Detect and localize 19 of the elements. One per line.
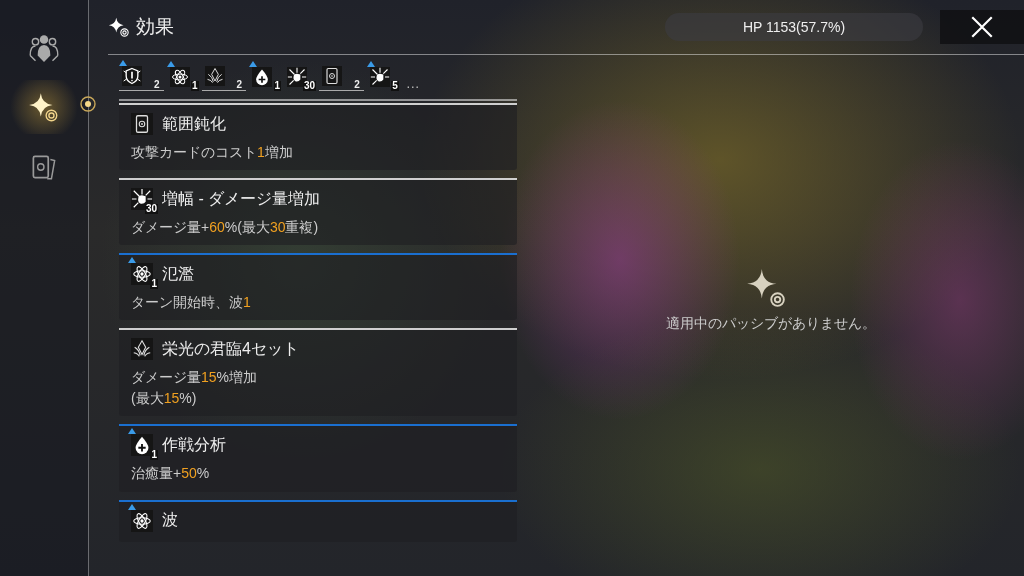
effect-description: 治癒量+50% [131, 465, 211, 482]
more-indicator[interactable]: … [405, 75, 420, 91]
effect-title: 作戦分析 [162, 434, 226, 455]
effect-description: (最大15%) [131, 390, 198, 407]
hp-indicator: HP 1153(57.7%) [665, 13, 923, 41]
empty-message: 適用中のパッシブがありません。 [665, 315, 876, 333]
effect-description: ダメージ量15%増加 [131, 369, 259, 386]
effect-title: 氾濫 [162, 263, 194, 284]
close-button[interactable] [940, 10, 1024, 44]
effect-title: 範囲鈍化 [162, 113, 226, 134]
close-icon [969, 14, 995, 40]
orbit-icon [78, 94, 98, 114]
effect-title: 栄光の君臨4セット [162, 338, 299, 359]
effect-title: 波 [162, 510, 178, 531]
effect-title: 増幅 - ダメージ量増加 [162, 188, 321, 209]
effect-description: ターン開始時、波1 [131, 294, 252, 311]
panel-title: 効果 [136, 15, 174, 39]
sparkle-icon [108, 16, 130, 38]
effect-description: ダメージ量+60%(最大30重複) [131, 219, 320, 236]
